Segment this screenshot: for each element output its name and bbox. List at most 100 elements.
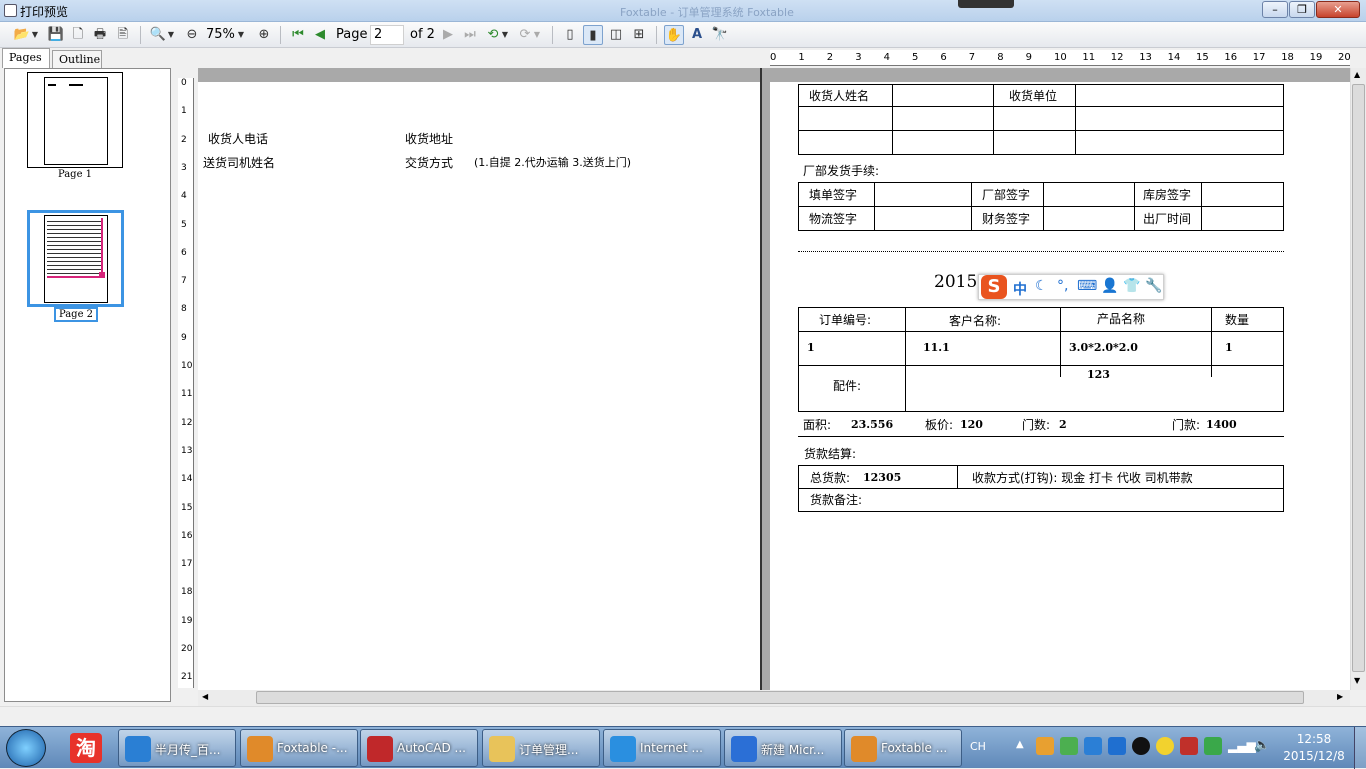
ruler-v-label: 21 xyxy=(181,672,193,683)
zoom-dropdown-icon[interactable]: ▼ xyxy=(166,25,176,45)
taskbar-app-icon xyxy=(731,736,757,762)
taskbar-item[interactable]: Internet ... xyxy=(603,729,721,767)
tray-volume-muted-icon[interactable] xyxy=(1180,737,1198,755)
receiver-unit-value xyxy=(1075,84,1284,107)
continuous-page-icon[interactable]: ▮ xyxy=(583,25,603,45)
go-back-dropdown-icon[interactable]: ▼ xyxy=(500,25,510,45)
taskbar-item[interactable]: 订单管理... xyxy=(482,729,600,767)
ime-mode[interactable]: 中 xyxy=(1013,279,1027,299)
ruler-v-label: 8 xyxy=(181,304,187,315)
order-table: 订单编号: 客户名称: 产品名称 数量 1 11.1 3.0*2.0*2.0 1… xyxy=(798,307,1284,412)
out-time-cell: 出厂时间 xyxy=(1134,206,1202,231)
zoom-level[interactable]: 75% xyxy=(206,27,235,42)
go-forward-dropdown-icon[interactable]: ▼ xyxy=(532,25,542,45)
tray-plus-icon[interactable] xyxy=(1156,737,1174,755)
keyboard-icon[interactable]: ⌨ xyxy=(1077,278,1097,294)
sig-factory-cell: 厂部签字 xyxy=(971,182,1044,207)
ruler-h-label: 19 xyxy=(1309,52,1323,63)
wrench-icon[interactable]: 🔧 xyxy=(1145,278,1162,294)
ruler-h-label: 0 xyxy=(770,52,777,63)
next-page-icon[interactable]: ▶ xyxy=(438,25,458,45)
close-button[interactable]: ✕ xyxy=(1316,1,1360,18)
find-icon[interactable]: 🔭 xyxy=(710,25,730,45)
ruler-v-label: 13 xyxy=(181,445,193,456)
zoom-level-dropdown-icon[interactable]: ▼ xyxy=(236,25,246,45)
open-icon[interactable]: 📂 xyxy=(12,25,32,45)
two-pages-icon[interactable]: ◫ xyxy=(606,25,626,45)
tray-security-icon[interactable] xyxy=(1108,737,1126,755)
sig-warehouse-label: 库房签字 xyxy=(1143,188,1192,202)
text-select-icon[interactable]: A xyxy=(687,25,707,45)
preview-area[interactable]: 收货人电话 收货地址 送货司机姓名 交货方式 (1.自提 2.代办运输 3.送货… xyxy=(198,68,1350,690)
window-title: 打印预览 xyxy=(20,5,69,19)
horizontal-ruler: 0 1 2 3 4 5 6 7 8 9 10 11 12 13 14 15 16 17 18 19 20 xyxy=(770,50,1351,66)
open-dropdown-icon[interactable]: ▼ xyxy=(30,25,40,45)
network-icon[interactable]: ▂▄▆ xyxy=(1228,739,1256,753)
tray-360-icon[interactable] xyxy=(1060,737,1078,755)
zoom-in-plus-icon[interactable]: ⊕ xyxy=(254,25,274,45)
zoom-in-icon[interactable]: 🔍 xyxy=(148,25,168,45)
horizontal-scroll-thumb[interactable] xyxy=(256,691,1304,704)
new-page-icon[interactable]: 🗋 xyxy=(68,25,88,45)
taskbar-item[interactable]: Foxtable ... xyxy=(844,729,962,767)
tab-pages[interactable]: Pages xyxy=(2,48,50,68)
moon-icon[interactable]: ☾ xyxy=(1035,278,1048,294)
page-setup-icon[interactable]: 🖹 xyxy=(113,25,133,45)
tray-guard-icon[interactable] xyxy=(1204,737,1222,755)
save-icon[interactable]: 💾 xyxy=(46,25,66,45)
user-icon[interactable]: 👤 xyxy=(1101,278,1118,294)
horizontal-scrollbar[interactable]: ◀ ▶ xyxy=(198,690,1350,706)
taskbar-item[interactable]: 半月传_百... xyxy=(118,729,236,767)
ime-toolbar[interactable]: S 中 ☾ °, ⌨ 👤 👕 🔧 xyxy=(978,274,1164,300)
multi-page-icon[interactable]: ⊞ xyxy=(629,25,649,45)
vertical-scroll-thumb[interactable] xyxy=(1352,84,1365,672)
clock-date[interactable]: 2015/12/8 xyxy=(1278,749,1350,763)
first-page-icon[interactable]: ⏮ xyxy=(288,25,308,45)
taskbar-item[interactable]: Foxtable -... xyxy=(240,729,358,767)
tray-shield-icon[interactable] xyxy=(1084,737,1102,755)
single-page-icon[interactable]: ▯ xyxy=(560,25,580,45)
tray-app-icon[interactable] xyxy=(1036,737,1054,755)
door-count-value: 2 xyxy=(1059,418,1067,431)
scroll-down-icon[interactable]: ▼ xyxy=(1354,676,1360,685)
last-page-icon[interactable]: ⏭ xyxy=(460,25,480,45)
scroll-up-icon[interactable]: ▲ xyxy=(1354,70,1360,79)
sogou-logo-icon[interactable]: S xyxy=(981,275,1007,299)
start-button[interactable] xyxy=(6,729,46,767)
sig-filler-cell: 填单签字 xyxy=(798,182,875,207)
zoom-out-icon[interactable]: ⊖ xyxy=(182,25,202,45)
show-desktop-button[interactable] xyxy=(1354,727,1366,769)
taskbar-item-label: 新建 Micr... xyxy=(761,743,825,757)
thumbnail-page-1[interactable] xyxy=(27,72,123,168)
empty-cell xyxy=(1043,182,1135,207)
language-indicator[interactable]: CH xyxy=(970,740,986,753)
scroll-right-icon[interactable]: ▶ xyxy=(1337,692,1343,701)
tray-qq-icon[interactable] xyxy=(1132,737,1150,755)
thumbnail-page-2-selected[interactable] xyxy=(27,210,124,307)
taskbar-item[interactable]: AutoCAD ... xyxy=(360,729,478,767)
taskbar: 淘 半月传_百... Foxtable -... AutoCAD ... 订单管理..… xyxy=(0,726,1366,769)
taobao-icon[interactable]: 淘 xyxy=(70,733,102,763)
punctuation-icon[interactable]: °, xyxy=(1057,278,1068,294)
clock-time[interactable]: 12:58 xyxy=(1284,732,1344,746)
print-icon[interactable]: 🖶 xyxy=(90,25,110,45)
volume-icon[interactable]: 🔈 xyxy=(1254,738,1270,753)
hand-tool-icon[interactable]: ✋ xyxy=(664,25,684,45)
vertical-scrollbar[interactable]: ▲ ▼ xyxy=(1350,68,1366,690)
scroll-left-icon[interactable]: ◀ xyxy=(202,692,208,701)
skin-icon[interactable]: 👕 xyxy=(1123,278,1140,294)
thumbnail-label-2: Page 2 xyxy=(54,307,98,322)
minimize-button[interactable]: – xyxy=(1262,1,1288,18)
tray-expand-icon[interactable]: ▲ xyxy=(1016,739,1024,750)
separator xyxy=(656,26,657,44)
row-product: 3.0*2.0*2.0 xyxy=(1069,341,1138,354)
maximize-button[interactable]: ❐ xyxy=(1289,1,1315,18)
ruler-h-label: 13 xyxy=(1139,52,1152,63)
previous-page-icon[interactable]: ◀ xyxy=(310,25,330,45)
taskbar-item[interactable]: 新建 Micr... xyxy=(724,729,842,767)
page-number-input[interactable]: 2 xyxy=(370,25,404,45)
empty-cell xyxy=(798,106,893,131)
taskbar-app-icon xyxy=(851,736,877,762)
tab-outline[interactable]: Outline xyxy=(52,50,102,68)
ruler-h-label: 17 xyxy=(1252,52,1266,63)
